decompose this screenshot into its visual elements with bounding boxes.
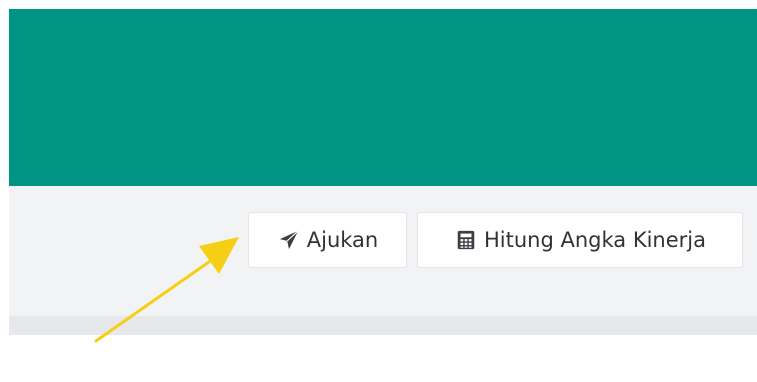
calculator-icon: [454, 228, 478, 252]
page-frame: Ajukan Hitung Angka Kinerja: [9, 9, 757, 335]
ajukan-button[interactable]: Ajukan: [248, 212, 407, 268]
hitung-angka-kinerja-label: Hitung Angka Kinerja: [484, 227, 706, 252]
bottom-strip: [9, 316, 757, 335]
header-banner: [9, 9, 757, 186]
ajukan-label: Ajukan: [306, 227, 379, 252]
paper-plane-icon: [277, 228, 301, 252]
hitung-angka-kinerja-button[interactable]: Hitung Angka Kinerja: [417, 212, 743, 268]
action-toolbar: Ajukan Hitung Angka Kinerja: [9, 186, 757, 316]
